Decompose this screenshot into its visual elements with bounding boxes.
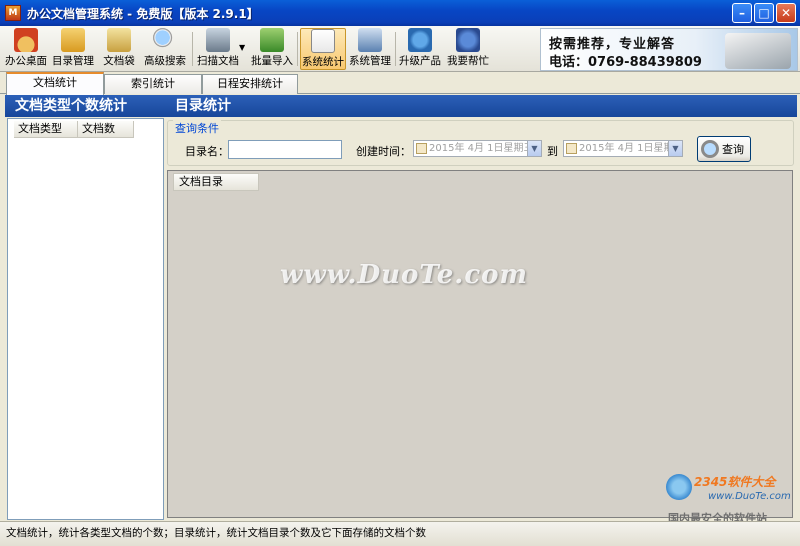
- toolbar-stats-button[interactable]: 系统统计: [300, 28, 346, 70]
- toolbar-separator: [192, 32, 193, 66]
- chart-icon: [311, 29, 335, 53]
- toolbar-label: 升级产品: [399, 55, 441, 67]
- maximize-button[interactable]: □: [754, 3, 774, 23]
- promo-banner[interactable]: 按需推荐，专业解答 电话：0769-88439809: [540, 28, 798, 71]
- toolbar-scan-button[interactable]: 扫描文档: [196, 28, 240, 70]
- toolbar-separator: [395, 32, 396, 66]
- minimize-button[interactable]: –: [732, 3, 752, 23]
- to-label: 到: [547, 145, 558, 158]
- directory-grid[interactable]: 文档目录 www.DuoTe.com: [167, 170, 793, 518]
- tab-index-stats[interactable]: 索引统计: [104, 74, 202, 94]
- magnifier-icon: [153, 28, 177, 52]
- scanner-icon: [206, 28, 230, 52]
- logo-site: www.DuoTe.com: [708, 491, 791, 502]
- promo-line-2: 电话：0769-88439809: [549, 55, 702, 70]
- home-icon: [14, 28, 38, 52]
- corner-logo: 2345软件大全 www.DuoTe.com 国内最安全的软件站: [664, 470, 798, 525]
- logo-eye-icon: [666, 474, 692, 500]
- toolbar-search-button[interactable]: 高级搜索: [142, 28, 188, 70]
- chevron-down-icon[interactable]: ▼: [668, 141, 682, 156]
- title-bar[interactable]: M 办公文档管理系统 - 免费版【版本 2.9.1】 – □ ✕: [0, 0, 800, 26]
- date-to-checkbox[interactable]: [566, 143, 577, 154]
- toolbar-label: 扫描文档: [197, 55, 239, 67]
- toolbar-sysadmin-button[interactable]: 系统管理: [348, 28, 392, 70]
- query-group: 查询条件 目录名： 创建时间： 2015年 4月 1日星期三 ▼ 到 2015年…: [167, 120, 794, 166]
- toolbar-upgrade-button[interactable]: 升级产品: [398, 28, 442, 70]
- toolbar-label: 高级搜索: [144, 55, 186, 67]
- help-icon: [456, 28, 480, 52]
- date-to-value: 2015年 4月 1日星期: [579, 143, 674, 154]
- logo-brand: 2345软件大全: [694, 475, 776, 489]
- toolbar-label: 系统管理: [349, 55, 391, 67]
- column-header-doc-type[interactable]: 文档类型: [14, 121, 78, 138]
- close-button[interactable]: ✕: [776, 3, 796, 23]
- date-from-value: 2015年 4月 1日星期三: [429, 143, 534, 154]
- created-time-label: 创建时间：: [356, 145, 411, 158]
- query-button-label: 查询: [722, 143, 744, 156]
- column-header-doc-directory[interactable]: 文档目录: [173, 173, 259, 191]
- document-bag-icon: [107, 28, 131, 52]
- status-bar: 文档统计，统计各类型文档的个数；目录统计，统计文档目录个数及它下面存储的文档个数: [0, 521, 800, 546]
- toolbar-import-button[interactable]: 批量导入: [250, 28, 294, 70]
- toolbar-label: 系统统计: [302, 56, 344, 68]
- toolbar-label: 我要帮忙: [447, 55, 489, 67]
- dir-name-label: 目录名：: [185, 145, 229, 158]
- toolbar-help-button[interactable]: 我要帮忙: [446, 28, 490, 70]
- doc-type-list[interactable]: 文档类型 文档数: [7, 118, 164, 520]
- tab-schedule-stats[interactable]: 日程安排统计: [202, 74, 298, 94]
- query-button[interactable]: 查询: [697, 136, 751, 162]
- right-panel-title: 目录统计: [165, 95, 797, 117]
- date-to-picker[interactable]: 2015年 4月 1日星期 ▼: [563, 140, 683, 157]
- system-admin-icon: [358, 28, 382, 52]
- column-header-doc-count[interactable]: 文档数: [78, 121, 134, 138]
- promo-line-1: 按需推荐，专业解答: [549, 37, 676, 52]
- toolbar-separator: [297, 32, 298, 66]
- query-group-title: 查询条件: [173, 120, 221, 136]
- folder-icon: [61, 28, 85, 52]
- directory-stats-area: 查询条件 目录名： 创建时间： 2015年 4月 1日星期三 ▼ 到 2015年…: [165, 118, 795, 520]
- toolbar-label: 目录管理: [52, 55, 94, 67]
- toolbar-label: 文档袋: [103, 55, 135, 67]
- printer-icon: [725, 33, 791, 69]
- toolbar-docbag-button[interactable]: 文档袋: [100, 28, 138, 70]
- dir-name-input[interactable]: [228, 140, 342, 159]
- toolbar-desktop-button[interactable]: 办公桌面: [4, 28, 48, 70]
- watermark: www.DuoTe.com: [280, 260, 529, 290]
- tab-bar: 文档统计 索引统计 日程安排统计: [0, 72, 800, 95]
- left-panel-title: 文档类型个数统计: [5, 95, 165, 117]
- upgrade-icon: [408, 28, 432, 52]
- toolbar-label: 办公桌面: [5, 55, 47, 67]
- date-from-picker[interactable]: 2015年 4月 1日星期三 ▼: [413, 140, 542, 157]
- chevron-down-icon[interactable]: ▼: [527, 141, 541, 156]
- toolbar-directory-button[interactable]: 目录管理: [50, 28, 96, 70]
- window-title: 办公文档管理系统 - 免费版【版本 2.9.1】: [27, 6, 259, 21]
- app-icon: M: [5, 5, 21, 21]
- search-icon: [701, 140, 719, 158]
- toolbar-label: 批量导入: [251, 55, 293, 67]
- scan-dropdown-arrow-icon[interactable]: ▼: [239, 43, 245, 52]
- date-from-checkbox[interactable]: [416, 143, 427, 154]
- tab-document-stats[interactable]: 文档统计: [6, 72, 104, 95]
- import-icon: [260, 28, 284, 52]
